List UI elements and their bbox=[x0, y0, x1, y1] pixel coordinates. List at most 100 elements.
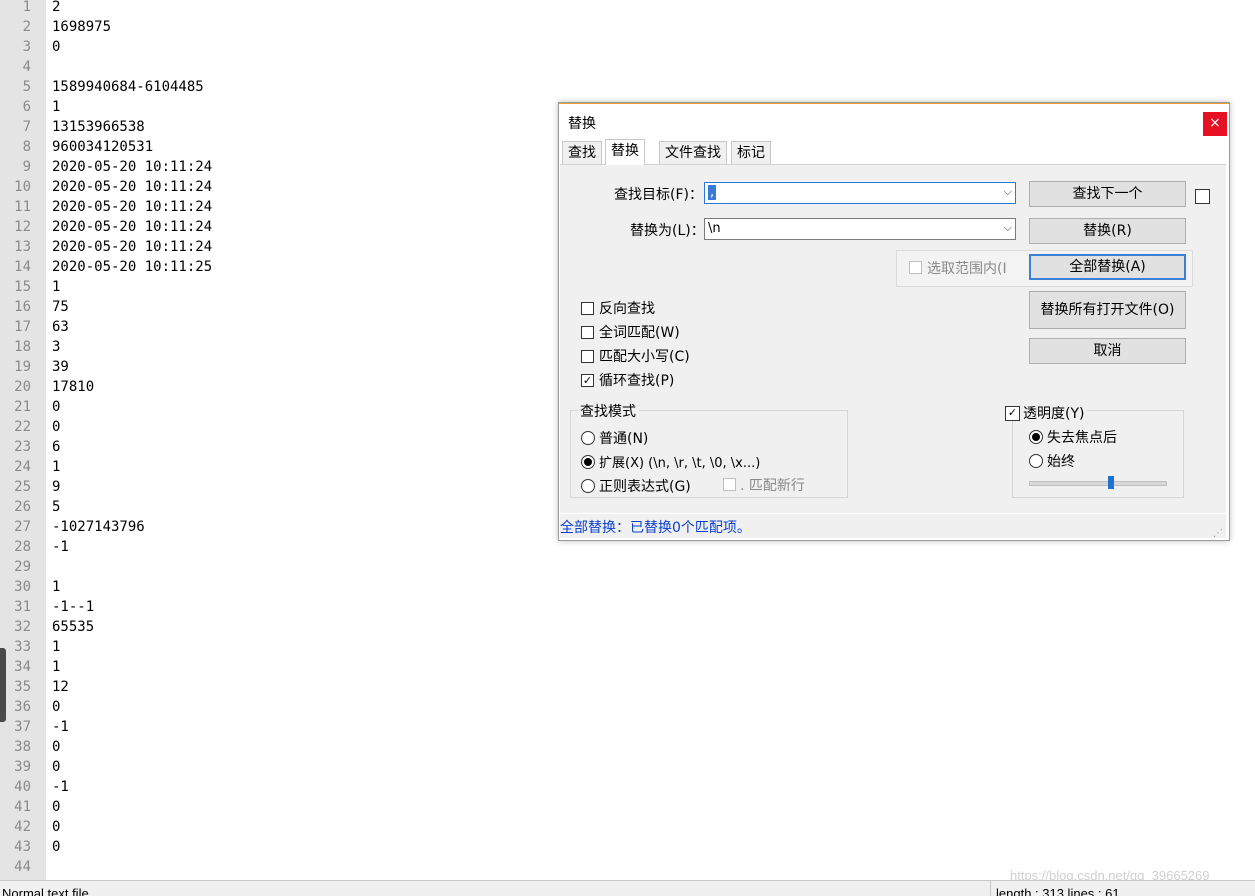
line-number: 20 bbox=[14, 379, 31, 395]
transparency-slider-thumb[interactable] bbox=[1108, 476, 1114, 489]
find-input[interactable]: , ⌵ bbox=[704, 182, 1016, 204]
line-text: 0 bbox=[52, 819, 61, 835]
line-text: 13153966538 bbox=[52, 119, 145, 135]
line-number: 24 bbox=[14, 459, 31, 475]
mode-normal-radio[interactable] bbox=[581, 431, 595, 445]
line-text: 1 bbox=[52, 279, 61, 295]
mode-extended-radio[interactable] bbox=[581, 455, 595, 469]
chevron-down-icon[interactable]: ⌵ bbox=[1004, 185, 1012, 199]
line-number: 31 bbox=[14, 599, 31, 615]
line-text: 5 bbox=[52, 499, 61, 515]
replace-value: \n bbox=[708, 221, 721, 236]
editor-line[interactable]: 29 bbox=[0, 557, 1255, 577]
editor-line[interactable]: 4 bbox=[0, 57, 1255, 77]
line-number: 17 bbox=[14, 319, 31, 335]
chevron-down-icon[interactable]: ⌵ bbox=[1004, 221, 1012, 235]
editor-line[interactable]: 30 bbox=[0, 37, 1255, 57]
line-text: 3 bbox=[52, 339, 61, 355]
line-text: -1027143796 bbox=[52, 519, 145, 535]
line-number: 30 bbox=[14, 579, 31, 595]
mode-regex-label: 正则表达式(G) bbox=[599, 479, 691, 495]
transparency-checkbox[interactable]: ✓ bbox=[1005, 406, 1020, 421]
editor-line[interactable]: 30 1 bbox=[0, 577, 1255, 597]
line-text: 0 bbox=[52, 839, 61, 855]
replace-button[interactable]: 替换(R) bbox=[1029, 218, 1186, 244]
wrap-around-label: 循环查找(P) bbox=[599, 373, 675, 389]
line-text: 1 bbox=[52, 99, 61, 115]
line-number: 27 bbox=[14, 519, 31, 535]
line-text: 0 bbox=[52, 799, 61, 815]
line-number: 25 bbox=[14, 479, 31, 495]
line-text: 75 bbox=[52, 299, 69, 315]
find-next-toggle-checkbox[interactable] bbox=[1195, 189, 1210, 204]
resize-grip-icon[interactable]: ⋰ bbox=[1213, 528, 1223, 539]
line-number: 3 bbox=[22, 39, 31, 55]
editor-line[interactable]: 34 1 bbox=[0, 657, 1255, 677]
replace-input[interactable]: \n ⌵ bbox=[704, 218, 1016, 240]
transparency-on-lose-focus-label: 失去焦点后 bbox=[1047, 430, 1117, 446]
line-number: 41 bbox=[14, 799, 31, 815]
transparency-slider-track[interactable] bbox=[1029, 481, 1167, 486]
line-text: 6 bbox=[52, 439, 61, 455]
find-next-button[interactable]: 查找下一个 bbox=[1029, 181, 1186, 207]
transparency-on-lose-focus-radio[interactable] bbox=[1029, 430, 1043, 444]
editor-line[interactable]: 38 0 bbox=[0, 737, 1255, 757]
editor-line[interactable]: 35 12 bbox=[0, 677, 1255, 697]
editor-line[interactable]: 12 bbox=[0, 0, 1255, 17]
replace-all-open-files-button[interactable]: 替换所有打开文件(O) bbox=[1029, 291, 1186, 329]
editor-line[interactable]: 36 0 bbox=[0, 697, 1255, 717]
in-selection-checkbox[interactable] bbox=[909, 261, 922, 274]
line-text: 39 bbox=[52, 359, 69, 375]
editor-line[interactable]: 42 0 bbox=[0, 817, 1255, 837]
replace-label: 替换为(L)： bbox=[630, 223, 705, 239]
whole-word-checkbox[interactable] bbox=[581, 326, 594, 339]
line-number: 1 bbox=[22, 0, 31, 15]
line-number: 42 bbox=[14, 819, 31, 835]
editor-line[interactable]: 37 -1 bbox=[0, 717, 1255, 737]
editor-line[interactable]: 39 0 bbox=[0, 757, 1255, 777]
wrap-around-checkbox[interactable]: ✓ bbox=[581, 374, 594, 387]
line-number: 21 bbox=[14, 399, 31, 415]
line-text: 65535 bbox=[52, 619, 95, 635]
editor-line[interactable]: 5 1589940684-6104485 bbox=[0, 77, 1255, 97]
line-number: 11 bbox=[14, 199, 31, 215]
in-selection-label: 选取范围内(I bbox=[927, 261, 1007, 277]
replace-all-button[interactable]: 全部替换(A) bbox=[1029, 254, 1186, 280]
dialog-status-message: 全部替换：已替换0个匹配项。 bbox=[560, 520, 751, 536]
editor-line[interactable]: 31 -1--1 bbox=[0, 597, 1255, 617]
mode-regex-radio[interactable] bbox=[581, 479, 595, 493]
tab-find[interactable]: 查找 bbox=[562, 141, 602, 164]
cancel-button[interactable]: 取消 bbox=[1029, 338, 1186, 364]
match-case-checkbox[interactable] bbox=[581, 350, 594, 363]
line-number: 32 bbox=[14, 619, 31, 635]
editor-line[interactable]: 33 1 bbox=[0, 637, 1255, 657]
tab-replace[interactable]: 替换 bbox=[605, 139, 645, 165]
line-number: 39 bbox=[14, 759, 31, 775]
tab-find-in-files[interactable]: 文件查找 bbox=[659, 141, 727, 164]
check-icon: ✓ bbox=[1007, 406, 1018, 419]
close-icon[interactable]: × bbox=[1203, 112, 1227, 136]
tab-mark[interactable]: 标记 bbox=[731, 141, 771, 164]
line-number: 6 bbox=[22, 99, 31, 115]
editor-line[interactable]: 40 -1 bbox=[0, 777, 1255, 797]
editor-line[interactable]: 32 65535 bbox=[0, 617, 1255, 637]
editor-line[interactable]: 41 0 bbox=[0, 797, 1255, 817]
transparency-title: 透明度(Y) bbox=[1020, 403, 1088, 423]
line-text: -1 bbox=[52, 719, 69, 735]
line-number: 5 bbox=[22, 79, 31, 95]
line-text: 0 bbox=[52, 759, 61, 775]
line-number: 15 bbox=[14, 279, 31, 295]
transparency-always-radio[interactable] bbox=[1029, 454, 1043, 468]
line-number: 43 bbox=[14, 839, 31, 855]
side-panel-handle[interactable] bbox=[0, 648, 6, 722]
editor-line[interactable]: 43 0 bbox=[0, 837, 1255, 857]
dot-newline-checkbox[interactable] bbox=[723, 478, 736, 491]
line-number: 40 bbox=[14, 779, 31, 795]
backward-checkbox[interactable] bbox=[581, 302, 594, 315]
editor-line[interactable]: 2 1698975 bbox=[0, 17, 1255, 37]
replace-panel: 查找目标(F)： , ⌵ 查找下一个 替换为(L)： \n ⌵ 替换(R) 选取… bbox=[560, 164, 1226, 513]
line-text: 0 bbox=[52, 419, 61, 435]
line-text: 1 bbox=[52, 579, 61, 595]
line-number: 4 bbox=[22, 59, 31, 75]
dialog-status-bar: 全部替换：已替换0个匹配项。 bbox=[560, 514, 1226, 538]
